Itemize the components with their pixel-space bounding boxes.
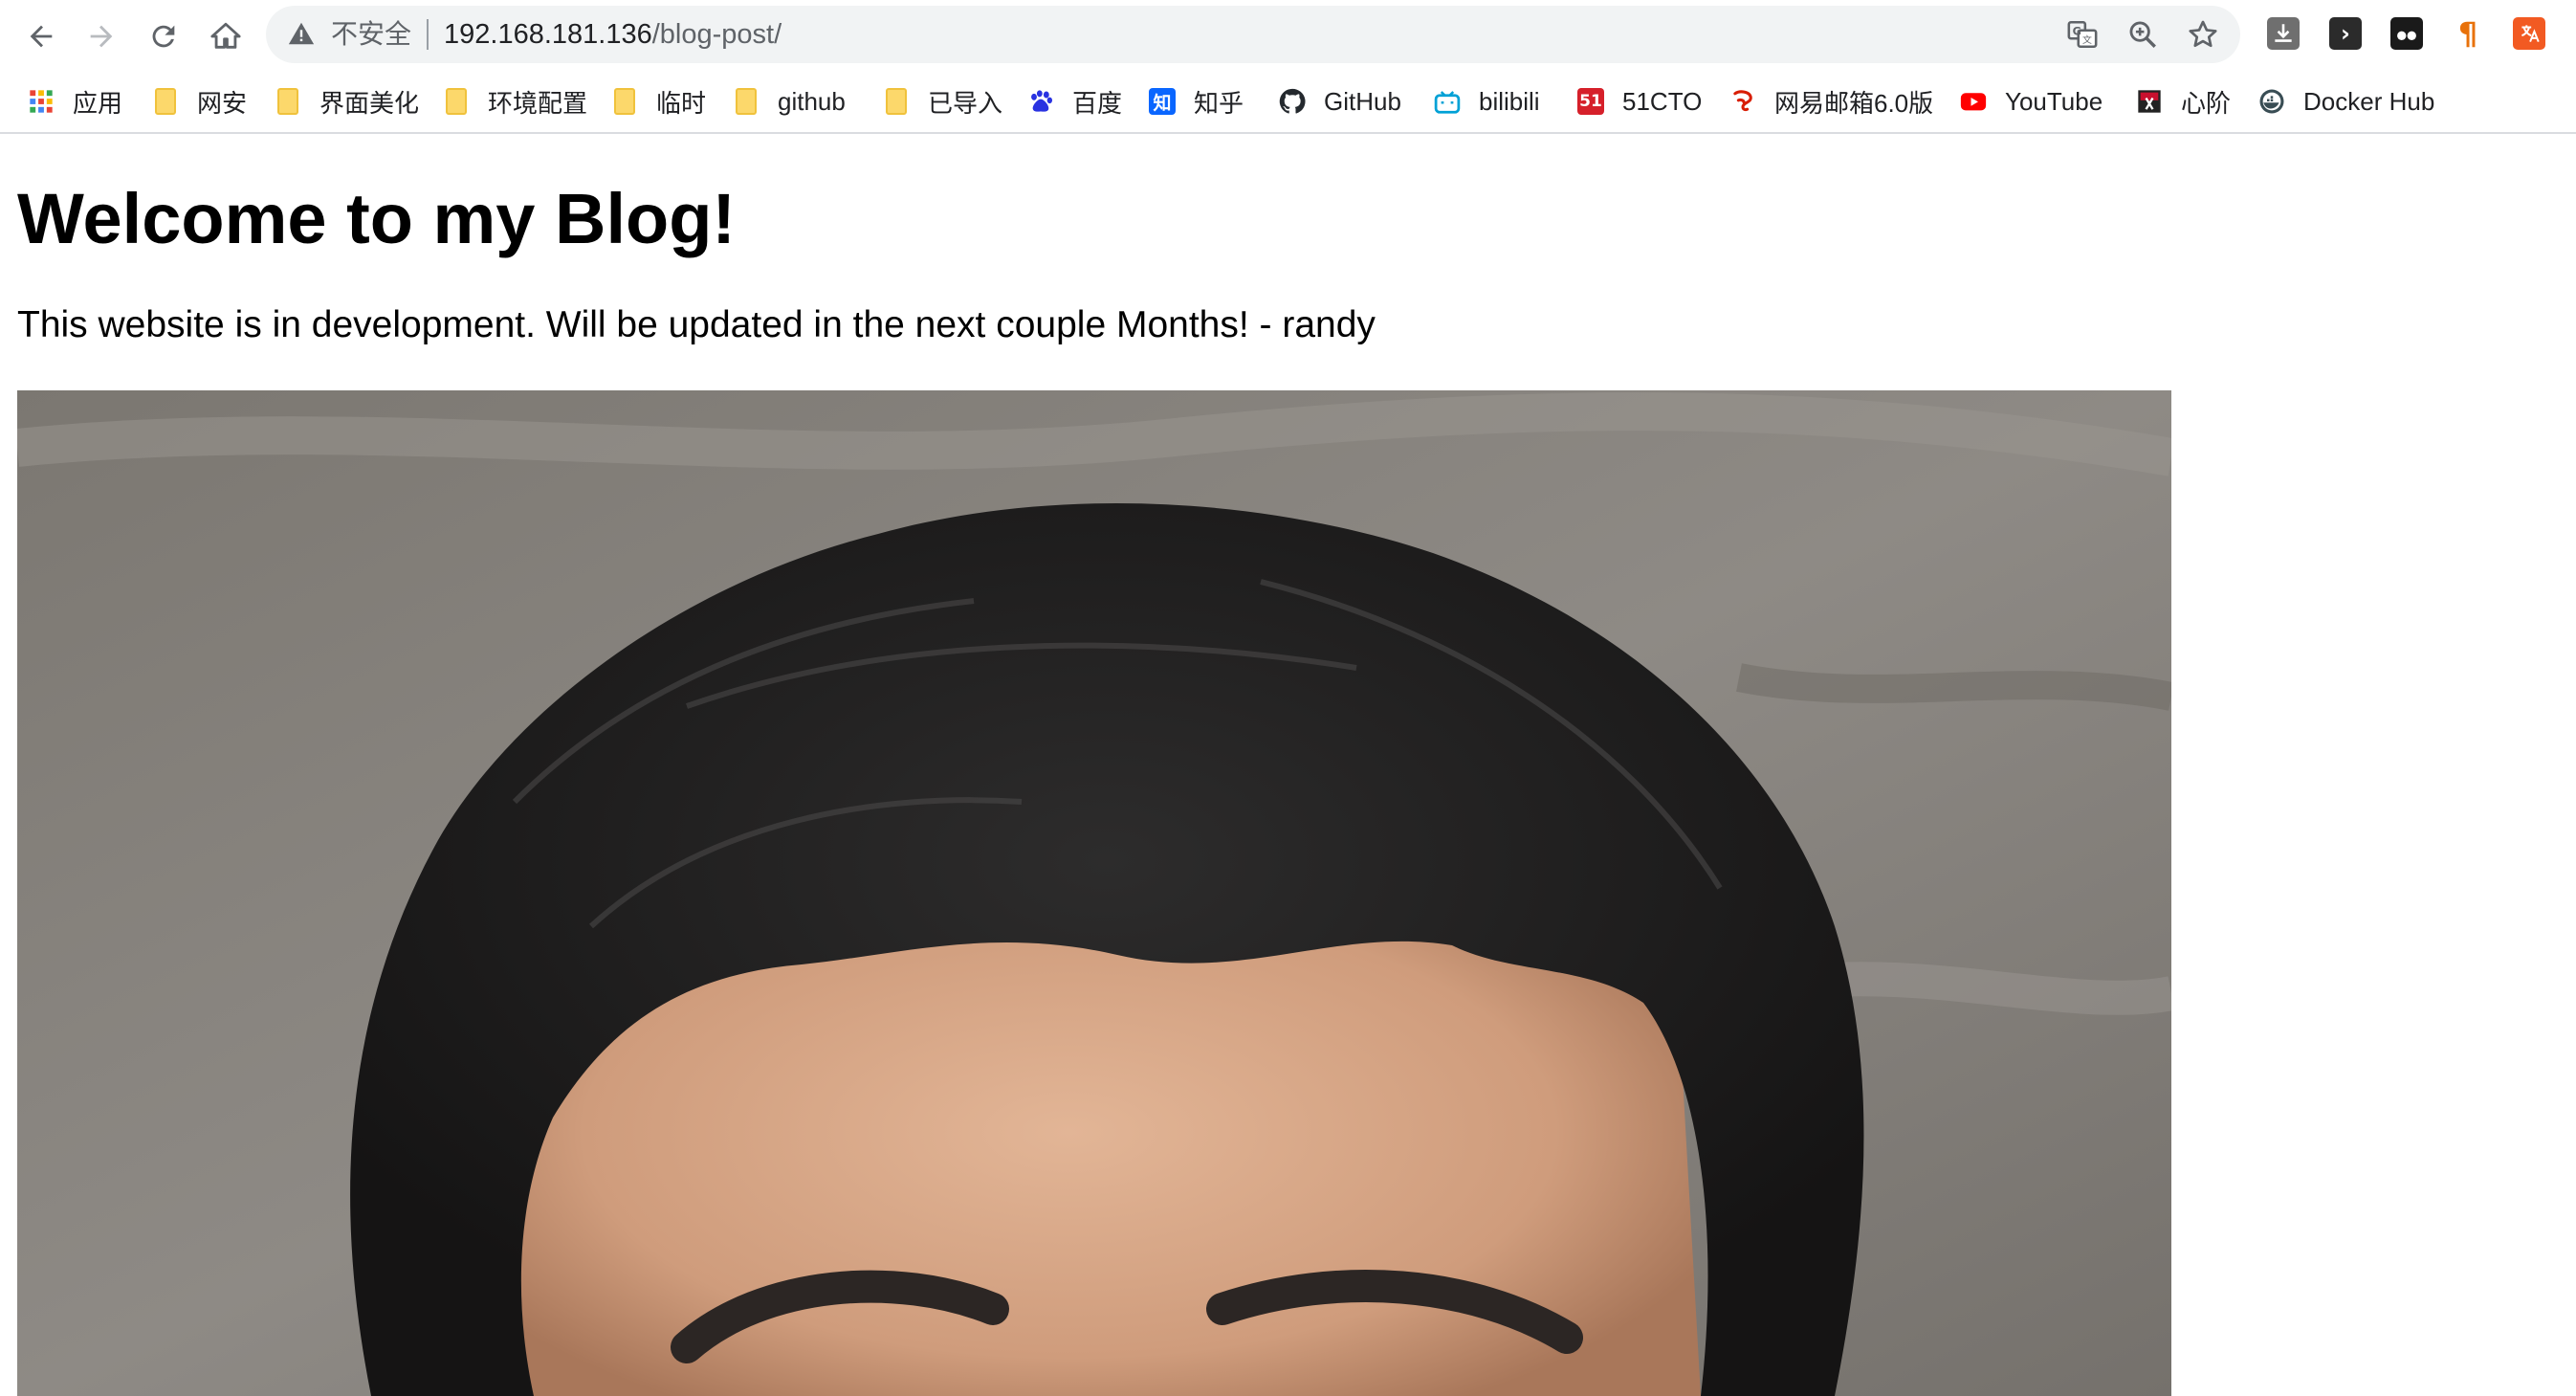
bookmark-label: 临时 — [656, 88, 707, 118]
back-button[interactable] — [16, 11, 66, 61]
address-bar[interactable]: 不安全 192.168.181.136/blog-post/ G 文 — [266, 6, 2240, 63]
bookmark-label: 网易邮箱6.0版 — [1774, 88, 1934, 118]
author-photo — [17, 390, 2171, 1396]
bookmark-label: 环境配置 — [488, 88, 588, 118]
terminal-extension-icon[interactable]: › — [2329, 17, 2362, 50]
51cto-icon: 51 — [1576, 87, 1605, 116]
bookmarks-bar: 应用 网安 界面美化 环境配置 临时 github 已导入 百度 知 知乎 Gi… — [0, 71, 2576, 134]
bookmark-netease-mail[interactable]: 网易邮箱6.0版 — [1728, 71, 1933, 132]
bookmark-label: github — [778, 86, 846, 116]
folder-icon — [442, 87, 471, 116]
folder-icon — [732, 87, 760, 116]
bookmark-apps[interactable]: 应用 — [27, 71, 122, 132]
bookmark-folder-ui-beautify[interactable]: 界面美化 — [274, 71, 419, 132]
reload-icon — [152, 25, 175, 48]
bookmark-label: YouTube — [2005, 86, 2103, 116]
bookmark-folder-imported[interactable]: 已导入 — [882, 71, 1002, 132]
omnibox-divider — [427, 19, 429, 50]
xinjie-icon — [2135, 87, 2164, 116]
apps-grid-icon — [27, 87, 55, 116]
bookmark-label: 界面美化 — [319, 88, 420, 118]
bookmark-label: 网安 — [197, 88, 248, 118]
page-viewport: Welcome to my Blog! This website is in d… — [0, 134, 2576, 1396]
bookmark-youtube[interactable]: YouTube — [1959, 71, 2103, 132]
bookmark-label: 已导入 — [928, 88, 1003, 118]
page-heading: Welcome to my Blog! — [17, 179, 737, 258]
browser-toolbar: 不安全 192.168.181.136/blog-post/ G 文 › ¶ — [0, 0, 2576, 71]
docker-hub-icon — [2257, 87, 2286, 116]
bookmark-github[interactable]: GitHub — [1278, 71, 1401, 132]
netease-mail-icon — [1728, 87, 1757, 116]
folder-icon — [610, 87, 639, 116]
bookmark-zhihu[interactable]: 知 知乎 — [1148, 71, 1244, 132]
github-icon — [1278, 87, 1307, 116]
bookmark-star-icon[interactable] — [2187, 18, 2219, 51]
bookmark-folder-wangan[interactable]: 网安 — [151, 71, 247, 132]
warning-icon[interactable] — [287, 19, 316, 48]
bookmark-folder-github[interactable]: github — [732, 71, 846, 132]
reload-button[interactable] — [139, 11, 188, 61]
url-text[interactable]: 192.168.181.136/blog-post/ — [444, 6, 782, 63]
bookmark-label: 51CTO — [1622, 86, 1703, 116]
bookmark-label: 知乎 — [1194, 88, 1244, 118]
home-button[interactable] — [201, 11, 251, 61]
security-status-label[interactable]: 不安全 — [331, 6, 411, 63]
bookmark-label: 百度 — [1072, 88, 1123, 118]
forward-button[interactable] — [77, 11, 126, 61]
url-host: 192.168.181.136 — [444, 19, 652, 50]
bookmark-baidu[interactable]: 百度 — [1026, 71, 1122, 132]
pilcrow-extension-icon[interactable]: ¶ — [2452, 15, 2484, 52]
translate-icon[interactable]: G 文 — [2066, 18, 2099, 51]
bookmark-label: 心阶 — [2181, 88, 2232, 118]
bookmark-label: Docker Hub — [2303, 86, 2435, 116]
bookmark-label: GitHub — [1324, 86, 1401, 116]
bookmark-label: 应用 — [73, 88, 123, 118]
folder-icon — [882, 87, 911, 116]
tampermonkey-extension-icon[interactable] — [2390, 17, 2423, 50]
arrow-right-icon — [90, 25, 113, 48]
svg-text:G: G — [2073, 25, 2081, 38]
folder-icon — [151, 87, 180, 116]
home-icon — [210, 22, 241, 49]
bookmark-label: bilibili — [1479, 86, 1540, 116]
youtube-icon — [1959, 87, 1988, 116]
bookmark-51cto[interactable]: 51 51CTO — [1576, 71, 1702, 132]
bookmark-folder-temp[interactable]: 临时 — [610, 71, 706, 132]
bookmark-docker-hub[interactable]: Docker Hub — [2257, 71, 2434, 132]
zoom-icon[interactable] — [2126, 18, 2159, 51]
zhihu-icon: 知 — [1148, 87, 1177, 116]
bilibili-icon — [1433, 87, 1462, 116]
url-path: /blog-post/ — [651, 19, 782, 50]
download-extension-icon[interactable] — [2267, 17, 2300, 50]
translate-extension-icon[interactable] — [2513, 17, 2545, 50]
baidu-icon — [1026, 87, 1055, 116]
bookmark-xinjie[interactable]: 心阶 — [2135, 71, 2231, 132]
svg-text:文: 文 — [2082, 33, 2092, 46]
bookmark-folder-env-config[interactable]: 环境配置 — [442, 71, 587, 132]
arrow-left-icon — [30, 25, 53, 48]
folder-icon — [274, 87, 302, 116]
intro-paragraph: This website is in development. Will be … — [17, 304, 1376, 345]
bookmark-bilibili[interactable]: bilibili — [1433, 71, 1540, 132]
